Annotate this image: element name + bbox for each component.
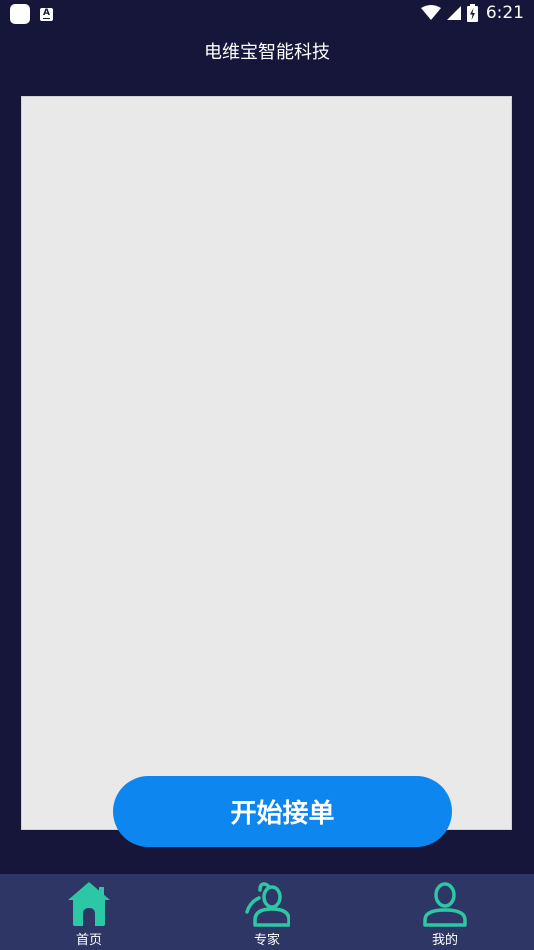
content-panel — [21, 96, 512, 830]
start-taking-orders-button[interactable]: 开始接单 — [113, 776, 452, 847]
nav-label-experts: 专家 — [253, 933, 280, 948]
notification-letter: A — [43, 7, 50, 18]
nav-label-home: 首页 — [75, 933, 102, 948]
page-title: 电维宝智能科技 — [204, 42, 330, 63]
bottom-nav: 首页 专家 我的 — [0, 874, 534, 950]
profile-icon — [423, 882, 467, 927]
cell-signal-icon — [446, 6, 461, 20]
font-notification-icon: A — [40, 7, 53, 21]
app-notification-icon — [10, 4, 30, 24]
battery-charging-icon — [466, 4, 478, 22]
wifi-icon — [420, 5, 441, 20]
nav-label-profile: 我的 — [431, 933, 458, 948]
nav-item-experts[interactable]: 专家 — [178, 874, 356, 950]
home-icon — [68, 882, 110, 926]
status-time: 6:21 — [485, 3, 524, 23]
nav-item-profile[interactable]: 我的 — [356, 874, 534, 950]
status-notifications: A — [10, 4, 53, 24]
experts-icon — [245, 882, 290, 927]
status-bar: A 6:21 — [0, 0, 534, 28]
status-indicators: 6:21 — [420, 3, 524, 23]
nav-item-home[interactable]: 首页 — [0, 874, 178, 950]
